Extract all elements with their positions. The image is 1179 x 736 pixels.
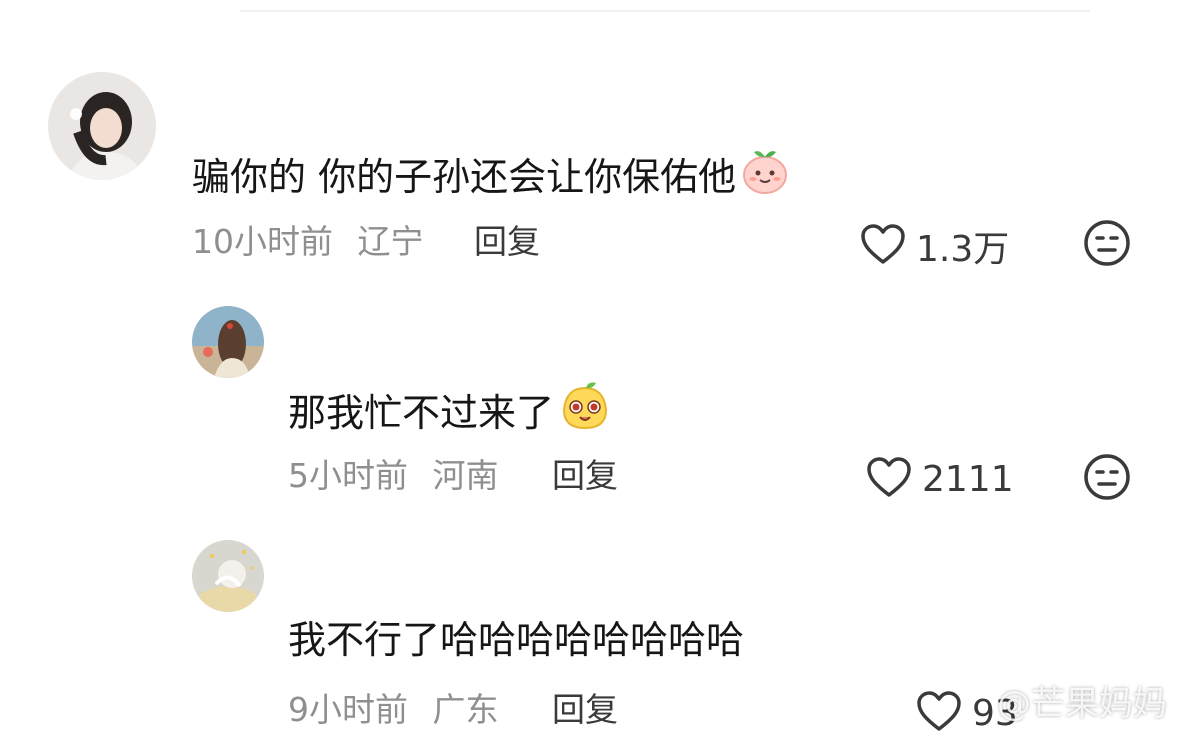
comment-location: 河南 <box>432 456 499 495</box>
commenter-avatar[interactable] <box>192 306 264 378</box>
like-count: 1.3万 <box>916 229 1010 270</box>
heart-icon <box>860 223 906 269</box>
like-count: 2111 <box>922 458 1014 500</box>
comment-meta: 9小时前 广东 <box>288 688 499 732</box>
reply-button[interactable]: 回复 <box>552 688 618 732</box>
watermark: @芒果妈妈 <box>997 684 1167 724</box>
commenter-avatar[interactable] <box>48 72 156 180</box>
comment-meta: 10小时前 辽宁 <box>192 220 424 264</box>
comment-time: 9小时前 <box>288 690 408 729</box>
comment-time: 10小时前 <box>192 222 333 261</box>
comment-meta: 5小时前 河南 <box>288 454 499 498</box>
dislike-face-icon[interactable] <box>1082 218 1132 272</box>
reply-button[interactable]: 回复 <box>474 220 540 264</box>
peach-face-emoji <box>740 146 790 208</box>
comment-location: 辽宁 <box>357 222 424 261</box>
comment-location: 广东 <box>432 690 499 729</box>
comment-time: 5小时前 <box>288 456 408 495</box>
comment-text: 那我忙不过来了 <box>288 380 612 446</box>
comment-text: 我不行了哈哈哈哈哈哈哈哈 <box>288 618 745 662</box>
top-divider <box>240 10 1090 12</box>
dislike-face-icon[interactable] <box>1082 452 1132 506</box>
commenter-avatar[interactable] <box>192 540 264 612</box>
mango-face-emoji <box>558 380 612 446</box>
reply-button[interactable]: 回复 <box>552 454 618 498</box>
comment-text: 骗你的 你的子孙还会让你保佑他 <box>192 146 790 208</box>
like-button[interactable]: 2111 <box>866 456 1014 502</box>
heart-icon <box>916 690 962 736</box>
heart-icon <box>866 456 912 502</box>
like-button[interactable]: 1.3万 <box>860 220 1009 272</box>
